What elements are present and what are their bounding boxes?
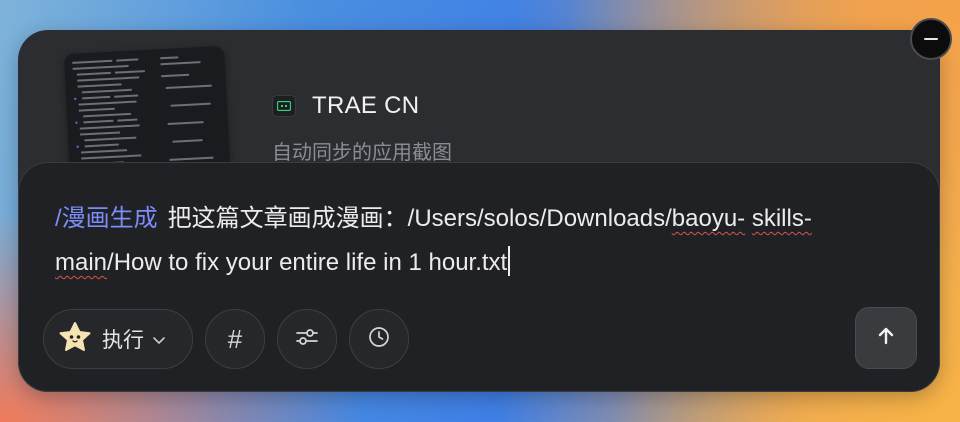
history-button[interactable] xyxy=(349,309,409,369)
input-toolbar: 执行 # xyxy=(43,309,409,369)
app-subtitle: 自动同步的应用截图 xyxy=(272,140,452,164)
prompt-text-before: 把这篇文章画成漫画：/Users/solos/Downloads/ xyxy=(167,205,672,232)
mode-selector-button[interactable]: 执行 xyxy=(43,309,193,369)
command-chip[interactable]: /漫画生成 xyxy=(55,205,158,232)
hash-icon: # xyxy=(227,323,243,354)
text-caret xyxy=(508,246,511,276)
context-reference-button[interactable]: # xyxy=(205,309,265,369)
spellcheck-word: baoyu- xyxy=(671,205,746,232)
mode-label: 执行 xyxy=(102,328,144,352)
send-button[interactable] xyxy=(855,307,917,369)
app-name: TRAE CN xyxy=(312,92,420,119)
prompt-input[interactable]: /漫画生成 把这篇文章画成漫画：/Users/solos/Downloads/ba… xyxy=(55,197,895,285)
arrow-up-icon xyxy=(875,325,897,351)
sliders-icon xyxy=(295,326,319,352)
minimize-icon xyxy=(924,38,938,40)
trae-logo-icon xyxy=(272,95,296,117)
star-mascot-icon xyxy=(58,321,92,357)
settings-button[interactable] xyxy=(277,309,337,369)
prompt-text-after: /How to fix your entire life in 1 hour.t… xyxy=(107,249,508,276)
prompt-input-card: /漫画生成 把这篇文章画成漫画：/Users/solos/Downloads/ba… xyxy=(18,162,940,392)
clock-icon xyxy=(367,325,391,353)
chevron-down-icon xyxy=(152,330,166,349)
minimize-button[interactable] xyxy=(910,18,952,60)
app-source: TRAE CN xyxy=(272,92,419,120)
